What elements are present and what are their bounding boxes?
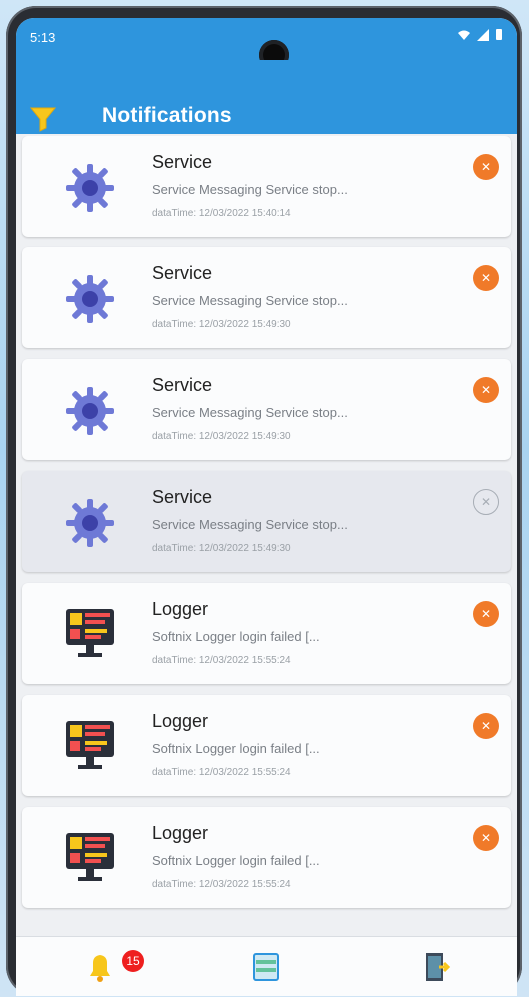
notification-card[interactable]: Logger Softnix Logger login failed [... da…: [22, 583, 511, 684]
notification-description: Service Messaging Service stop...: [152, 293, 348, 308]
notification-card[interactable]: Service Service Messaging Service stop...…: [22, 359, 511, 460]
notification-title: Service: [152, 152, 213, 172]
notification-title: Service: [152, 487, 213, 507]
notification-description: Softnix Logger login failed [...: [152, 629, 320, 644]
list-view-icon[interactable]: [246, 947, 286, 987]
notification-card[interactable]: Logger Softnix Logger login failed [... da…: [22, 807, 511, 908]
notification-count-badge: 15: [122, 950, 144, 972]
gear-icon: [58, 491, 122, 555]
notification-title: Service: [152, 263, 213, 283]
notification-card[interactable]: Logger Softnix Logger login failed [... da…: [22, 695, 511, 796]
status-icons: [457, 28, 503, 41]
page-title: Notifications: [102, 104, 232, 127]
battery-icon: [496, 29, 502, 40]
bell-icon[interactable]: [80, 947, 120, 987]
notification-title: Logger: [152, 823, 209, 843]
notification-date: dataTime: 12/03/2022 15:49:30: [152, 319, 291, 330]
logout-icon[interactable]: [416, 947, 456, 987]
app-screen: 5:13 Notifications Service Service Messag…: [16, 18, 517, 996]
bottom-nav: [16, 936, 517, 996]
close-icon[interactable]: ✕: [473, 713, 499, 739]
notification-description: Service Messaging Service stop...: [152, 517, 348, 532]
notification-card[interactable]: Service Service Messaging Service stop...…: [22, 247, 511, 348]
notification-title: Service: [152, 375, 213, 395]
monitor-dashboard-icon: [58, 715, 122, 779]
close-icon[interactable]: ✕: [473, 265, 499, 291]
gear-icon: [58, 267, 122, 331]
notification-description: Softnix Logger login failed [...: [152, 853, 320, 868]
monitor-dashboard-icon: [58, 603, 122, 667]
notification-date: dataTime: 12/03/2022 15:55:24: [152, 767, 291, 778]
filter-icon[interactable]: [28, 100, 58, 134]
notification-description: Service Messaging Service stop...: [152, 182, 348, 197]
close-icon[interactable]: ✕: [473, 825, 499, 851]
monitor-dashboard-icon: [58, 827, 122, 891]
close-icon[interactable]: ✕: [473, 489, 499, 515]
notification-date: dataTime: 12/03/2022 15:55:24: [152, 879, 291, 890]
app-bar: Notifications: [16, 60, 517, 134]
signal-icon: [477, 28, 489, 41]
notification-title: Logger: [152, 711, 209, 731]
notification-date: dataTime: 12/03/2022 15:49:30: [152, 431, 291, 442]
notification-description: Softnix Logger login failed [...: [152, 741, 320, 756]
notification-card[interactable]: Service Service Messaging Service stop...…: [22, 471, 511, 572]
notification-card[interactable]: Service Service Messaging Service stop...…: [22, 136, 511, 237]
wifi-icon: [458, 30, 470, 40]
gear-icon: [58, 379, 122, 443]
status-time: 5:13: [30, 30, 56, 45]
notification-list[interactable]: Service Service Messaging Service stop...…: [16, 136, 517, 936]
gear-icon: [58, 156, 122, 220]
notification-title: Logger: [152, 599, 209, 619]
notification-date: dataTime: 12/03/2022 15:49:30: [152, 543, 291, 554]
close-icon[interactable]: ✕: [473, 377, 499, 403]
notification-date: dataTime: 12/03/2022 15:40:14: [152, 208, 291, 219]
notification-date: dataTime: 12/03/2022 15:55:24: [152, 655, 291, 666]
notification-description: Service Messaging Service stop...: [152, 405, 348, 420]
close-icon[interactable]: ✕: [473, 601, 499, 627]
close-icon[interactable]: ✕: [473, 154, 499, 180]
